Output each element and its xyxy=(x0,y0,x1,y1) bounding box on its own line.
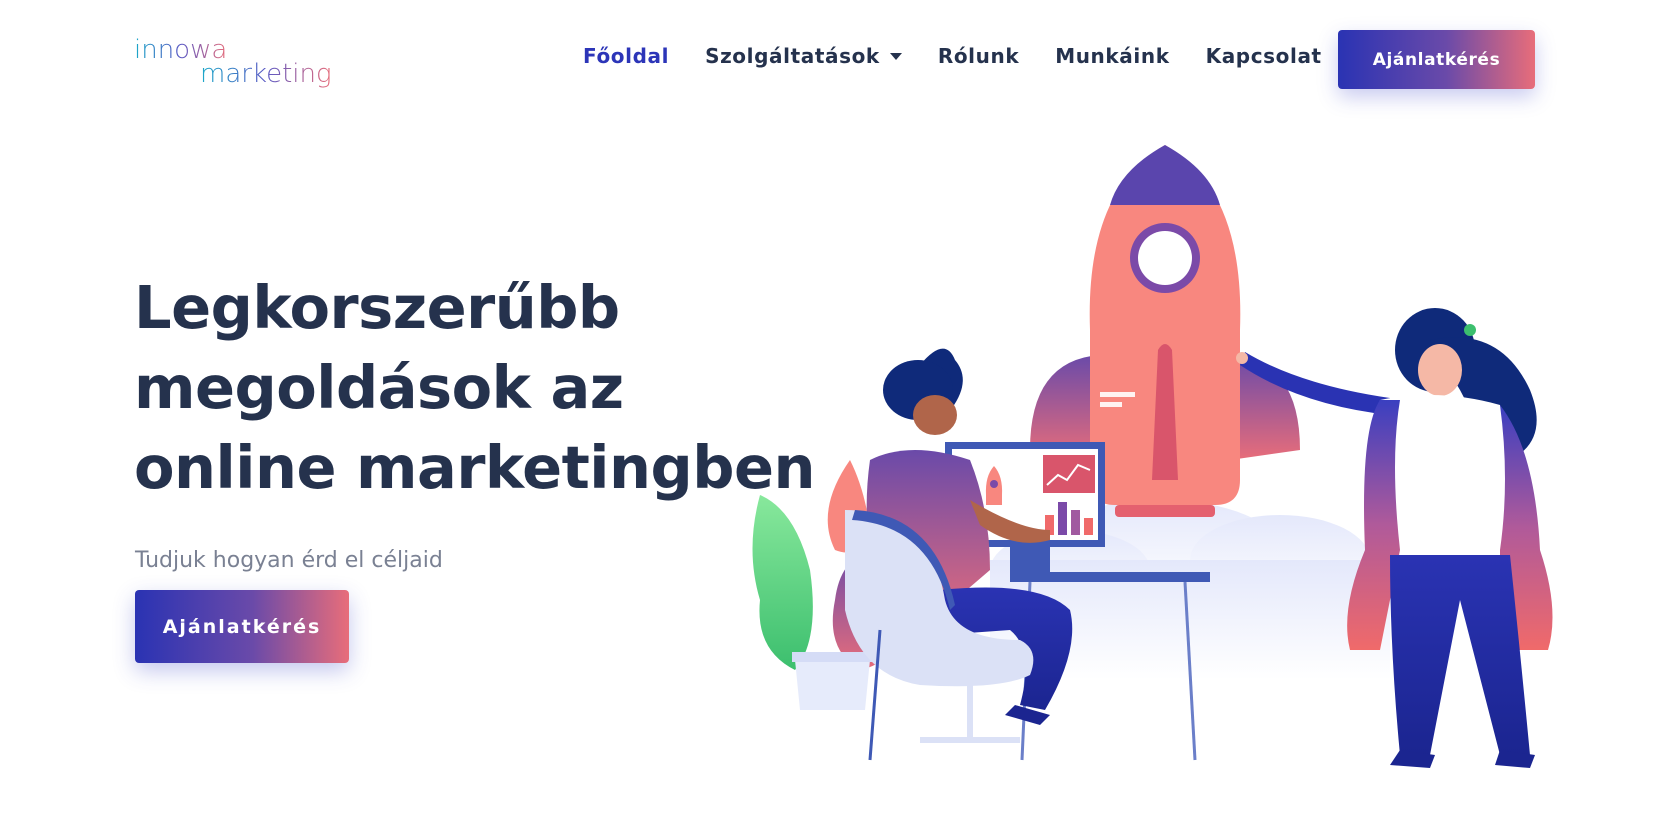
innowa-marketing-logo[interactable]: innowa marketing xyxy=(134,36,384,92)
nav-item-services-label: Szolgáltatások xyxy=(705,44,880,68)
logo-line2: marketing xyxy=(200,59,332,89)
nav-item-home[interactable]: Főoldal xyxy=(583,44,669,68)
hero-quote-button[interactable]: Ajánlatkérés xyxy=(135,590,349,663)
nav-item-home-label: Főoldal xyxy=(583,44,670,68)
nav-item-about[interactable]: Rólunk xyxy=(938,44,1019,68)
hero-subtitle: Tudjuk hogyan érd el céljaid xyxy=(135,548,443,573)
hero-illustration xyxy=(752,145,1553,768)
site-header: innowa marketing Főoldal Szolgáltatások … xyxy=(0,0,1667,120)
main-nav: Főoldal Szolgáltatások Rólunk Munkáink K… xyxy=(583,44,1358,68)
chevron-down-icon xyxy=(889,52,902,60)
hero-title-line-3: online marketingben xyxy=(134,433,816,502)
nav-item-about-label: Rólunk xyxy=(937,44,1020,68)
nav-item-contact-label: Kapcsolat xyxy=(1205,44,1322,68)
nav-item-works[interactable]: Munkáink xyxy=(1055,44,1169,68)
hero-title-line-2: megoldások az xyxy=(134,353,624,422)
hero-title-line-1: Legkorszerűbb xyxy=(134,273,620,342)
hero-title: Legkorszerűbb megoldások az online marke… xyxy=(134,268,834,508)
nav-item-services[interactable]: Szolgáltatások xyxy=(705,44,902,68)
nav-item-works-label: Munkáink xyxy=(1055,44,1170,68)
nav-item-contact[interactable]: Kapcsolat xyxy=(1206,44,1322,68)
header-quote-button[interactable]: Ajánlatkérés xyxy=(1338,30,1535,89)
